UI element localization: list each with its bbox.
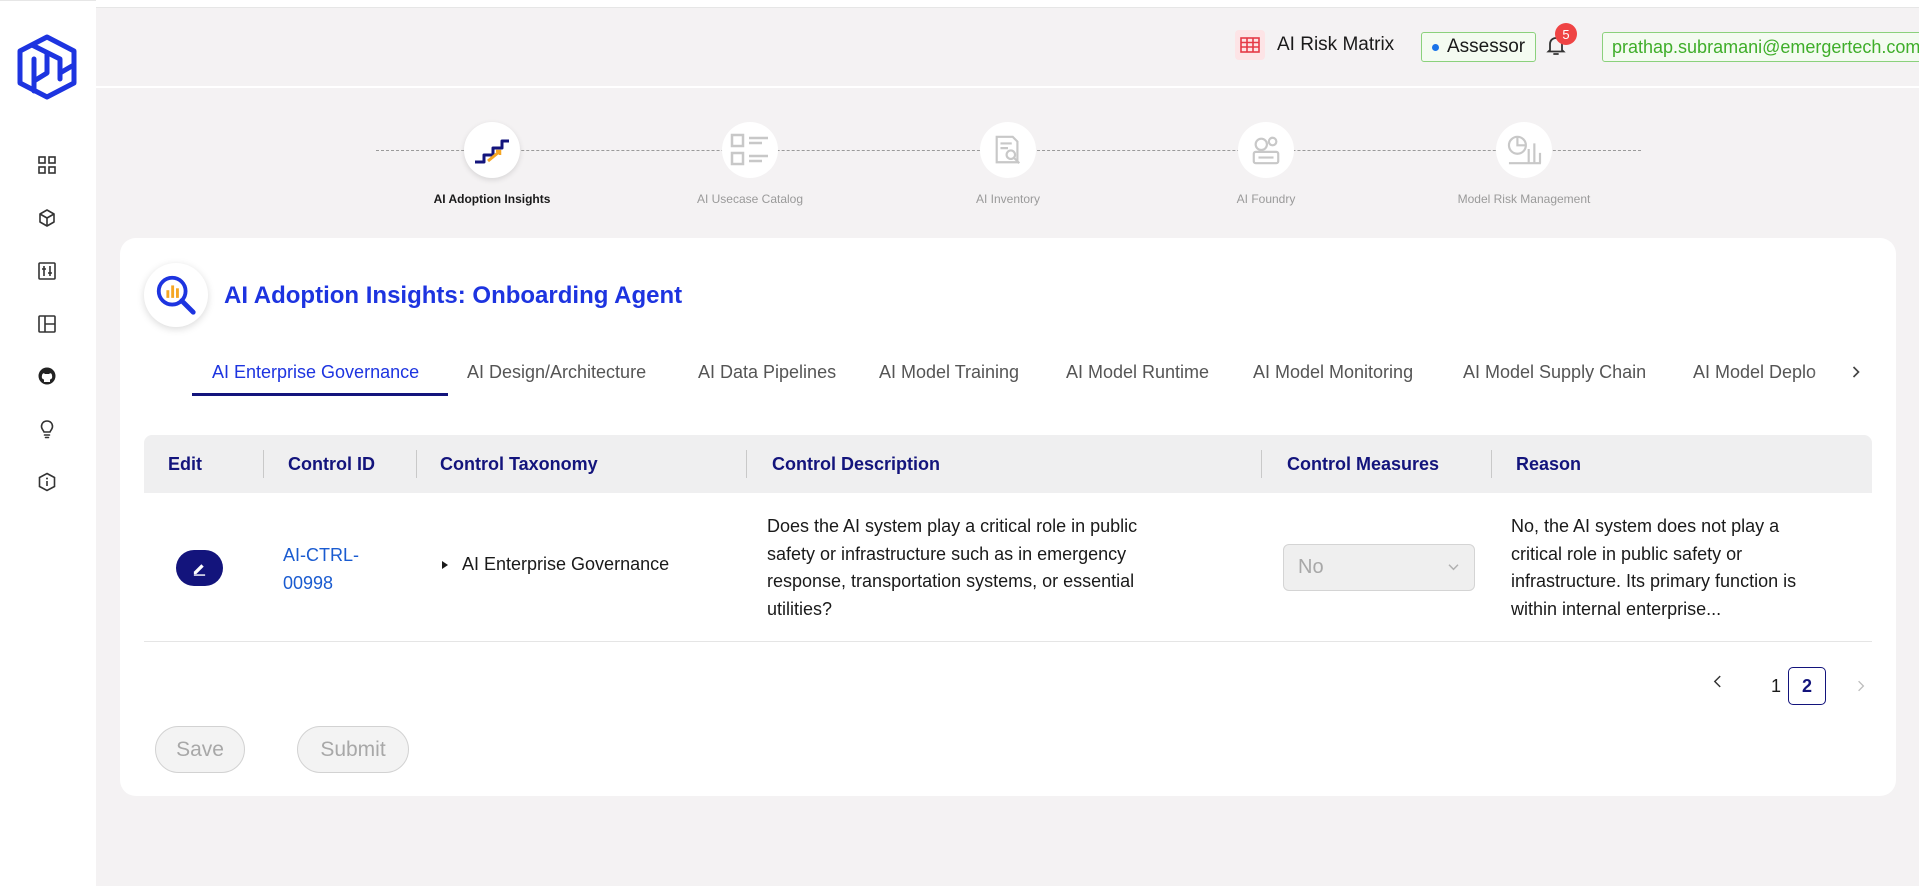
tab-ai-model-deployment[interactable]: AI Model Deplo (1693, 348, 1816, 396)
status-dot-icon (1432, 43, 1439, 51)
step-label: AI Foundry (1236, 192, 1296, 206)
tab-ai-model-monitoring[interactable]: AI Model Monitoring (1253, 348, 1413, 396)
top-strip (0, 0, 1919, 8)
pagination-prev-chevron-icon[interactable] (1705, 669, 1729, 693)
layout-icon[interactable] (36, 313, 58, 335)
reason-text: No, the AI system does not play a critic… (1511, 516, 1797, 619)
pencil-icon (193, 563, 206, 576)
step-model-risk-management[interactable]: Model Risk Management (1424, 122, 1624, 206)
column-header-control-description: Control Description (772, 453, 941, 474)
grid-table-icon (1235, 30, 1265, 60)
step-ai-usecase-catalog[interactable]: AI Usecase Catalog (650, 122, 850, 206)
risk-matrix-label: AI Risk Matrix (1277, 34, 1395, 55)
sliders-icon[interactable] (36, 260, 58, 282)
main-card: AI Adoption Insights: Onboarding Agent A… (120, 238, 1896, 796)
step-label: Model Risk Management (1457, 192, 1591, 206)
info-shield-icon[interactable] (36, 471, 58, 493)
column-header-reason: Reason (1516, 453, 1582, 474)
taxonomy-tree-toggle[interactable]: AI Enterprise Governance (442, 554, 669, 575)
tab-ai-data-pipelines[interactable]: AI Data Pipelines (698, 348, 836, 396)
risk-chart-icon (1496, 122, 1552, 178)
step-ai-inventory[interactable]: AI Inventory (908, 122, 1108, 206)
app-logo[interactable] (14, 33, 80, 103)
category-tabs: AI Enterprise Governance AI Design/Archi… (192, 348, 1852, 396)
table-row: AI-CTRL-00998 AI Enterprise Governance D… (144, 493, 1872, 642)
column-divider (746, 450, 747, 478)
control-description: Does the AI system play a critical role … (767, 516, 1138, 619)
risk-matrix-link[interactable]: AI Risk Matrix (1235, 30, 1394, 60)
pagination-next-chevron-icon[interactable] (1851, 674, 1871, 698)
notification-count-badge: 5 (1555, 23, 1577, 45)
tab-ai-model-runtime[interactable]: AI Model Runtime (1066, 348, 1209, 396)
column-divider (1261, 450, 1262, 478)
tab-ai-model-training[interactable]: AI Model Training (879, 348, 1019, 396)
step-label: AI Inventory (975, 192, 1041, 206)
github-icon[interactable] (36, 365, 58, 387)
step-ai-adoption-insights[interactable]: AI Adoption Insights (392, 122, 592, 206)
column-header-edit: Edit (168, 453, 202, 474)
active-tab-indicator (192, 393, 448, 396)
user-email-badge[interactable]: prathap.subramani@emergertech.com (1602, 32, 1919, 62)
control-measures-select[interactable]: No (1283, 544, 1475, 591)
page-title: AI Adoption Insights: Onboarding Agent (224, 282, 683, 309)
submit-button[interactable]: Submit (297, 726, 409, 773)
edit-button[interactable] (176, 550, 223, 586)
chevron-down-icon (1448, 564, 1459, 571)
tabs-scroll-right-chevron-icon[interactable] (1844, 352, 1868, 392)
column-header-control-measures: Control Measures (1287, 453, 1440, 474)
tab-ai-design-architecture[interactable]: AI Design/Architecture (467, 348, 646, 396)
taxonomy-label: AI Enterprise Governance (462, 554, 670, 574)
dashboard-icon[interactable] (36, 154, 58, 176)
sidebar (0, 0, 96, 886)
caret-right-icon (442, 560, 448, 569)
tab-ai-enterprise-governance[interactable]: AI Enterprise Governance (212, 348, 419, 396)
step-ai-foundry[interactable]: AI Foundry (1166, 122, 1366, 206)
top-header: AI Risk Matrix Assessor 5 prathap.subram… (96, 8, 1919, 88)
column-divider (263, 450, 264, 478)
table-header: Edit Control ID Control Taxonomy Control… (144, 435, 1872, 493)
column-header-control-id: Control ID (288, 453, 375, 474)
column-header-control-taxonomy: Control Taxonomy (440, 453, 598, 474)
control-id-link[interactable]: AI-CTRL-00998 (283, 541, 373, 597)
pagination-page-current[interactable]: 2 (1788, 667, 1826, 705)
column-divider (1491, 450, 1492, 478)
catalog-list-icon (722, 122, 778, 178)
column-divider (416, 450, 417, 478)
step-label: AI Adoption Insights (433, 192, 551, 206)
role-badge: Assessor (1421, 32, 1537, 62)
foundry-gears-icon (1238, 122, 1294, 178)
save-button[interactable]: Save (155, 726, 245, 773)
tab-ai-model-supply-chain[interactable]: AI Model Supply Chain (1463, 348, 1646, 396)
stairs-chart-icon (464, 122, 520, 178)
cube-icon[interactable] (36, 207, 58, 229)
document-search-icon (980, 122, 1036, 178)
select-value: No (1298, 556, 1324, 578)
analytics-search-icon (144, 263, 208, 327)
role-label: Assessor (1447, 36, 1526, 57)
lightbulb-icon[interactable] (36, 418, 58, 440)
step-label: AI Usecase Catalog (696, 192, 804, 206)
